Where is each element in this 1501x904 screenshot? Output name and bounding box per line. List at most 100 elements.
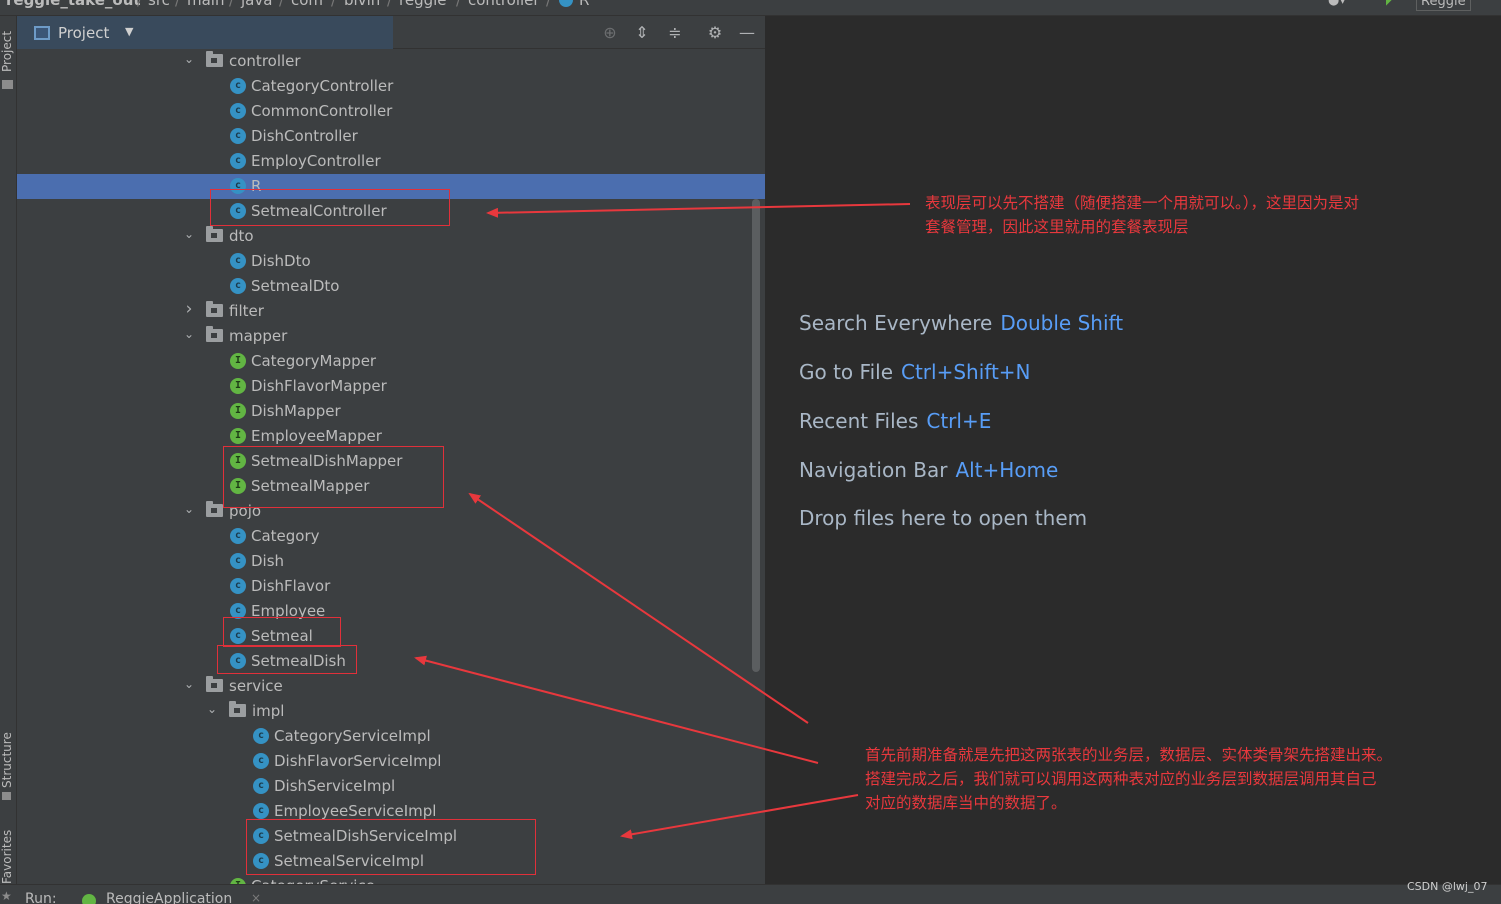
tree-item[interactable]: c DishDto	[17, 249, 765, 274]
tree-item-label: EmployeeServiceImpl	[274, 802, 437, 820]
tree-item[interactable]: c CategoryServiceImpl	[17, 724, 765, 749]
annotation-line: 套餐管理，因此这里就用的套餐表现层	[925, 218, 1189, 236]
vertical-scrollbar[interactable]	[752, 199, 760, 672]
breadcrumb-item-com[interactable]: com	[291, 0, 323, 9]
chevron-down-icon[interactable]: ⌄	[182, 52, 196, 66]
class-icon: c	[253, 728, 269, 744]
breadcrumb-item-reggie[interactable]: reggie	[399, 0, 447, 9]
tree-item[interactable]: c SetmealDto	[17, 274, 765, 299]
breadcrumb-item-r[interactable]: R	[579, 0, 589, 9]
gear-icon[interactable]: ⚙	[704, 22, 726, 44]
structure-icon	[2, 792, 11, 800]
class-icon: c	[230, 528, 246, 544]
hint-shortcut: Ctrl+Shift+N	[901, 360, 1031, 384]
project-view-selector[interactable]: Project ▼	[17, 16, 393, 49]
run-app-icon	[82, 894, 96, 904]
folder-icon	[229, 701, 246, 717]
breadcrumb-item-src[interactable]: src	[148, 0, 170, 9]
tree-item-label: controller	[229, 52, 301, 70]
annotation-bottom: 首先前期准备就是先把这两张表的业务层，数据层、实体类骨架先搭建出来。 搭建完成之…	[865, 743, 1392, 815]
chevron-down-icon[interactable]: ⌄	[182, 502, 196, 516]
tree-item[interactable]: I DishFlavorMapper	[17, 374, 765, 399]
folder-icon	[206, 226, 223, 242]
breadcrumb-item-java[interactable]: java	[241, 0, 272, 9]
chevron-down-icon[interactable]: ▼	[125, 25, 133, 38]
chevron-down-icon[interactable]: ⌄	[182, 327, 196, 341]
breadcrumb-item-main[interactable]: main	[187, 0, 224, 9]
tree-folder-dto[interactable]: ⌄ dto	[17, 224, 765, 249]
project-tool-tab[interactable]: Project	[0, 22, 17, 80]
tree-item-label: CategoryController	[251, 77, 394, 95]
tree-folder-impl[interactable]: ⌄ impl	[17, 699, 765, 724]
close-icon[interactable]: ×	[251, 891, 261, 904]
class-icon: c	[230, 103, 246, 119]
tree-item-label: filter	[229, 302, 264, 320]
tree-item[interactable]: c CategoryController	[17, 74, 765, 99]
tree-item-label: DishFlavor	[251, 577, 331, 595]
interface-icon: I	[230, 353, 246, 369]
build-icon[interactable]: ◤	[1386, 0, 1396, 11]
hint-text: Search Everywhere	[799, 311, 993, 335]
tree-item[interactable]: c SetmealDish	[17, 649, 765, 674]
project-view-label: Project	[58, 24, 110, 42]
tree-item-label: service	[229, 677, 283, 695]
chevron-down-icon[interactable]: ⌄	[182, 677, 196, 691]
structure-tool-tab[interactable]: Structure	[0, 722, 17, 798]
class-icon: c	[230, 253, 246, 269]
highlight-setmealdish-entity	[217, 645, 357, 674]
tree-folder-service[interactable]: ⌄ service	[17, 674, 765, 699]
breadcrumb-item-controller[interactable]: controller	[468, 0, 540, 9]
tree-item[interactable]: c Setmeal	[17, 624, 765, 649]
tree-item[interactable]: c Category	[17, 524, 765, 549]
tree-item[interactable]: I CategoryMapper	[17, 349, 765, 374]
tree-item-label: CommonController	[251, 102, 393, 120]
favorites-tool-tab[interactable]: Favorites	[0, 826, 17, 888]
folder-icon	[206, 301, 223, 317]
hint-text: Navigation Bar	[799, 458, 948, 482]
chevron-down-icon[interactable]: ⌄	[205, 702, 219, 716]
tree-item[interactable]: c DishController	[17, 124, 765, 149]
tree-item[interactable]: c DishFlavorServiceImpl	[17, 749, 765, 774]
tree-item[interactable]: ICategoryService	[17, 874, 765, 884]
breadcrumb-item-project[interactable]: reggie_take_out	[6, 0, 141, 9]
tree-item-label: Category	[251, 527, 320, 545]
chevron-right-icon[interactable]: ›	[182, 299, 196, 319]
folder-icon	[206, 51, 223, 67]
star-icon: ★	[1, 889, 12, 903]
class-icon: c	[253, 753, 269, 769]
breadcrumb-separator: /	[229, 0, 235, 9]
chevron-down-icon[interactable]: ⌄	[182, 227, 196, 241]
annotation-line: 首先前期准备就是先把这两张表的业务层，数据层、实体类骨架先搭建出来。	[865, 746, 1393, 764]
class-icon: c	[230, 578, 246, 594]
tree-folder-controller[interactable]: ⌄ controller	[17, 49, 765, 74]
expand-all-icon[interactable]: ⇕	[631, 22, 653, 44]
tree-item[interactable]: c Dish	[17, 549, 765, 574]
run-tab-reggie-application[interactable]: ReggieApplication	[106, 891, 232, 904]
run-label: Run:	[25, 891, 57, 904]
hint-navigation-bar: Navigation Bar Alt+Home	[799, 458, 1058, 482]
tree-item[interactable]: I DishMapper	[17, 399, 765, 424]
tree-item-label: impl	[252, 702, 285, 720]
tree-item[interactable]: c DishFlavor	[17, 574, 765, 599]
highlight-setmeal-mappers	[223, 446, 444, 508]
breadcrumb-separator: /	[279, 0, 285, 9]
interface-icon: I	[230, 428, 246, 444]
minimize-icon[interactable]: —	[736, 22, 758, 44]
tree-item[interactable]: c EmployController	[17, 149, 765, 174]
run-config-selector[interactable]: Reggie	[1416, 0, 1471, 11]
tree-item[interactable]: c Employee	[17, 599, 765, 624]
tree-item-label: DishDto	[251, 252, 311, 270]
tree-item[interactable]: c CommonController	[17, 99, 765, 124]
tree-item[interactable]: c DishServiceImpl	[17, 774, 765, 799]
collapse-all-icon[interactable]: ≑	[664, 22, 686, 44]
tree-folder-filter[interactable]: › filter	[17, 299, 765, 324]
folder-icon	[2, 80, 13, 89]
breadcrumb-item-bivin[interactable]: bivin	[344, 0, 380, 9]
annotation-line: 表现层可以先不搭建（随便搭建一个用就可以。），这里因为是对	[925, 194, 1360, 212]
locate-icon[interactable]: ⊕	[599, 22, 621, 44]
breadcrumb-separator: /	[175, 0, 181, 9]
tree-folder-mapper[interactable]: ⌄ mapper	[17, 324, 765, 349]
user-icon[interactable]: ●▾	[1328, 0, 1346, 11]
tree-item-label: EmployeeMapper	[251, 427, 382, 445]
tree-item-label: CategoryService	[251, 877, 375, 884]
